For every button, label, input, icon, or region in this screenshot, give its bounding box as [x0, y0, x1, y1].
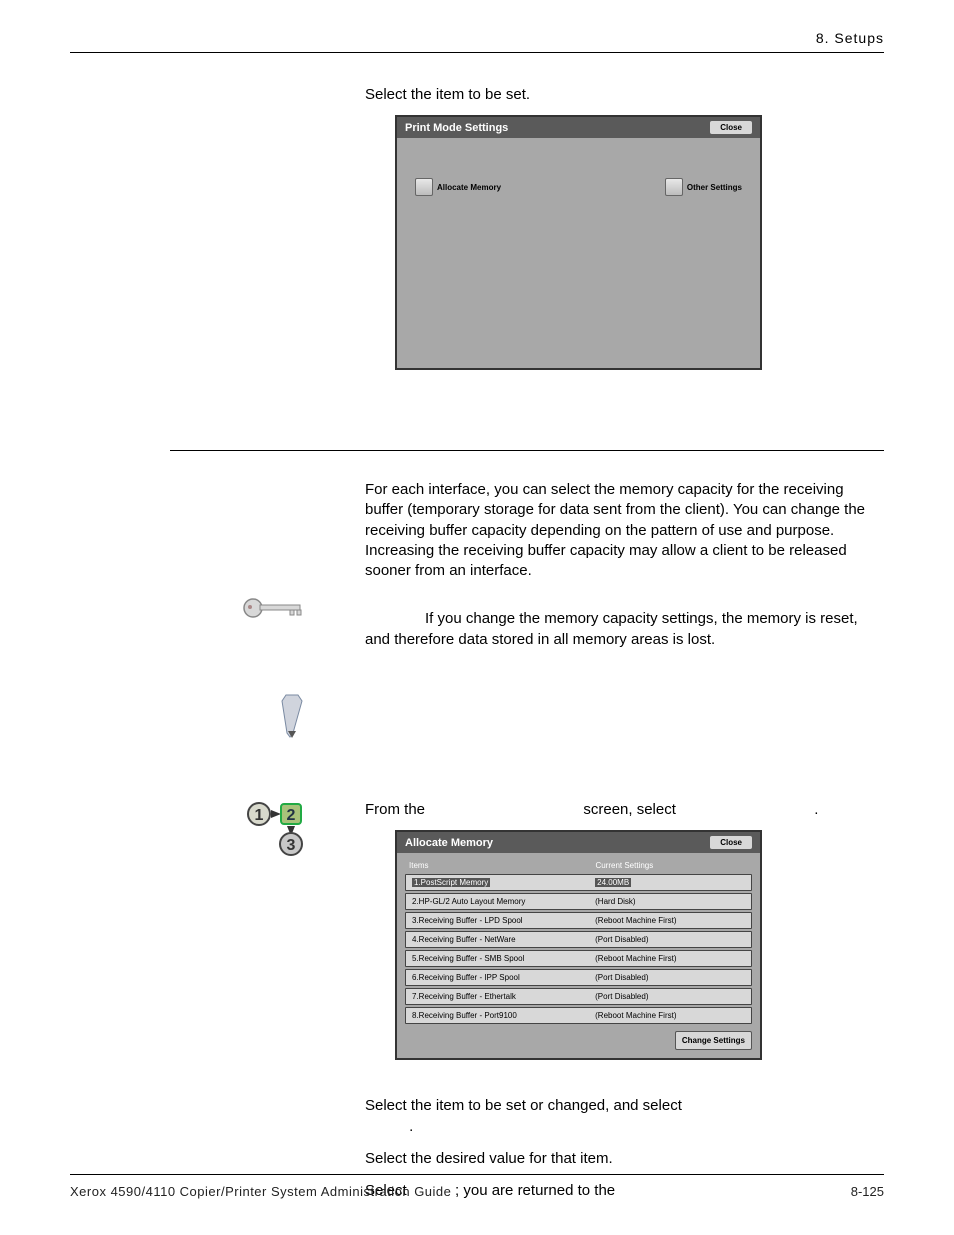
svg-text:1: 1 [255, 807, 264, 824]
cell-val: (Reboot Machine First) [595, 1011, 745, 1020]
change-settings-button[interactable]: Change Settings [675, 1031, 752, 1050]
close-button[interactable]: Close [710, 121, 752, 134]
button-label: Other Settings [687, 183, 742, 192]
table-row[interactable]: 6.Receiving Buffer - IPP Spool (Port Dis… [405, 969, 752, 986]
cell-val: (Hard Disk) [595, 897, 745, 906]
table-row[interactable]: 4.Receiving Buffer - NetWare (Port Disab… [405, 931, 752, 948]
footer-left: Xerox 4590/4110 Copier/Printer System Ad… [70, 1184, 451, 1199]
table-header: Items Current Settings [405, 859, 752, 874]
close-button[interactable]: Close [710, 836, 752, 849]
footer-rule [70, 1174, 884, 1175]
cell-item: 4.Receiving Buffer - NetWare [412, 935, 595, 944]
table-row[interactable]: 1.PostScript Memory 24.00MB [405, 874, 752, 891]
table-rows: 1.PostScript Memory 24.00MB 2.HP-GL/2 Au… [405, 874, 752, 1024]
step-2a: Select the item to be set or changed, an… [365, 1097, 682, 1114]
dialog-title: Print Mode Settings [405, 122, 508, 134]
keypoint-paragraph: If you change the memory capacity settin… [365, 609, 884, 650]
dialog-body: Allocate Memory Other Settings [397, 138, 760, 368]
step-1b: screen, select [583, 801, 680, 818]
step-2b: . [409, 1118, 413, 1135]
note-icon [278, 693, 318, 744]
buffer-paragraph: For each interface, you can select the m… [365, 480, 884, 581]
button-icon [665, 178, 683, 196]
step-1a: From the [365, 801, 429, 818]
cell-item: 7.Receiving Buffer - Ethertalk [412, 992, 595, 1001]
svg-text:2: 2 [287, 807, 296, 824]
step-2-text: Select the item to be set or changed, an… [365, 1096, 884, 1137]
table-row[interactable]: 3.Receiving Buffer - LPD Spool (Reboot M… [405, 912, 752, 929]
step-1c: . [814, 801, 818, 818]
cell-val: (Port Disabled) [595, 935, 745, 944]
cell-val: 24.00MB [595, 878, 631, 887]
col-items: Items [409, 861, 595, 870]
cell-item: 3.Receiving Buffer - LPD Spool [412, 916, 595, 925]
dialog-titlebar: Allocate Memory Close [397, 832, 760, 853]
allocate-memory-button[interactable]: Allocate Memory [415, 178, 501, 196]
footer-right: 8-125 [851, 1184, 884, 1199]
col-current: Current Settings [595, 861, 748, 870]
steps-123-icon: 1 2 3 [247, 800, 307, 861]
cell-val: (Reboot Machine First) [595, 954, 745, 963]
table-row[interactable]: 5.Receiving Buffer - SMB Spool (Reboot M… [405, 950, 752, 967]
cell-item: 5.Receiving Buffer - SMB Spool [412, 954, 595, 963]
button-label: Allocate Memory [437, 183, 501, 192]
step-4b: ; you are returned to the [455, 1182, 615, 1199]
dialog-body: Items Current Settings 1.PostScript Memo… [397, 853, 760, 1058]
cell-item: 6.Receiving Buffer - IPP Spool [412, 973, 595, 982]
step-3-text: Select the desired value for that item. [365, 1149, 884, 1169]
button-icon [415, 178, 433, 196]
section-rule [170, 450, 884, 451]
intro-text: Select the item to be set. [365, 85, 884, 105]
table-row[interactable]: 7.Receiving Buffer - Ethertalk (Port Dis… [405, 988, 752, 1005]
cell-val: (Reboot Machine First) [595, 916, 745, 925]
chapter-header: 8. Setups [816, 30, 884, 46]
step-1-text: From the screen, select . [365, 800, 884, 820]
cell-item: 2.HP-GL/2 Auto Layout Memory [412, 897, 595, 906]
key-icon [240, 593, 310, 628]
other-settings-button[interactable]: Other Settings [665, 178, 742, 196]
table-row[interactable]: 2.HP-GL/2 Auto Layout Memory (Hard Disk) [405, 893, 752, 910]
cell-item: 8.Receiving Buffer - Port9100 [412, 1011, 595, 1020]
print-mode-settings-dialog: Print Mode Settings Close Allocate Memor… [395, 115, 762, 370]
allocate-memory-dialog: Allocate Memory Close Items Current Sett… [395, 830, 762, 1060]
table-row[interactable]: 8.Receiving Buffer - Port9100 (Reboot Ma… [405, 1007, 752, 1024]
dialog-title: Allocate Memory [405, 837, 493, 849]
cell-val: (Port Disabled) [595, 973, 745, 982]
cell-item: 1.PostScript Memory [412, 878, 490, 887]
cell-val: (Port Disabled) [595, 992, 745, 1001]
header-rule [70, 52, 884, 53]
dialog-titlebar: Print Mode Settings Close [397, 117, 760, 138]
svg-text:3: 3 [287, 837, 296, 854]
